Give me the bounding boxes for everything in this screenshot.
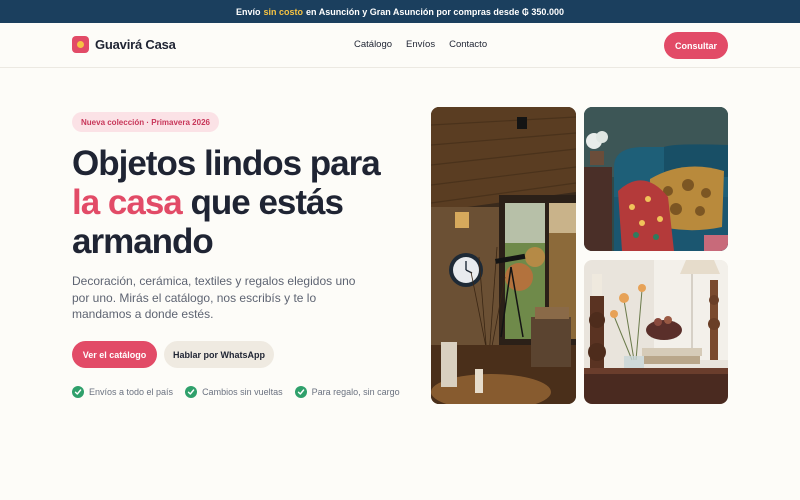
check-icon bbox=[185, 386, 198, 398]
feature-item: Envíos a todo el país bbox=[72, 386, 173, 398]
headline-line-3: armando bbox=[72, 222, 214, 261]
view-catalog-button[interactable]: Ver el catálogo bbox=[72, 341, 157, 368]
main-nav: Guavirá Casa Catálogo Envíos Contacto Co… bbox=[0, 23, 800, 68]
collection-badge: Nueva colección · Primavera 2026 bbox=[72, 112, 219, 132]
headline-accent: la casa bbox=[72, 183, 183, 222]
textile-armchair-photo bbox=[584, 107, 728, 251]
feature-label: Envíos a todo el país bbox=[89, 387, 174, 397]
announcement-prefix: Envío bbox=[236, 6, 261, 17]
nav-link-envios[interactable]: Envíos bbox=[406, 39, 435, 50]
next-section-heading-peek bbox=[305, 493, 475, 500]
headline-line-2: que estás bbox=[190, 183, 344, 222]
brand-name: Guavirá Casa bbox=[95, 37, 176, 52]
feature-item: Cambios sin vueltas bbox=[185, 386, 283, 398]
announcement-bar: Envío sin costo en Asunción y Gran Asunc… bbox=[0, 0, 800, 23]
feature-item: Para regalo, sin cargo bbox=[294, 386, 400, 398]
announcement-suffix: en Asunción y Gran Asunción por compras … bbox=[306, 6, 564, 17]
nav-menu: Catálogo Envíos Contacto bbox=[354, 39, 487, 50]
whatsapp-button[interactable]: Hablar por WhatsApp bbox=[164, 341, 274, 368]
cozy-living-room-photo bbox=[431, 107, 576, 404]
feature-label: Para regalo, sin cargo bbox=[311, 387, 400, 397]
hero-description: Decoración, cerámica, textiles y regalos… bbox=[72, 274, 356, 321]
headline-line-1: Objetos lindos para bbox=[72, 144, 381, 183]
hero-headline: Objetos lindos para la casa que estás ar… bbox=[72, 144, 412, 261]
feature-list: Envíos a todo el país Cambios sin vuelta… bbox=[72, 386, 400, 398]
announcement-highlight: sin costo bbox=[263, 6, 304, 17]
brand-logo[interactable]: Guavirá Casa bbox=[72, 36, 176, 53]
consultar-button[interactable]: Consultar bbox=[664, 32, 728, 59]
check-icon bbox=[294, 386, 307, 398]
decor-table-photo bbox=[584, 260, 728, 404]
check-icon bbox=[72, 386, 84, 398]
logo-icon bbox=[72, 36, 89, 53]
nav-link-catalogo[interactable]: Catálogo bbox=[354, 39, 392, 50]
feature-label: Cambios sin vueltas bbox=[202, 387, 283, 397]
nav-link-contacto[interactable]: Contacto bbox=[449, 39, 487, 50]
